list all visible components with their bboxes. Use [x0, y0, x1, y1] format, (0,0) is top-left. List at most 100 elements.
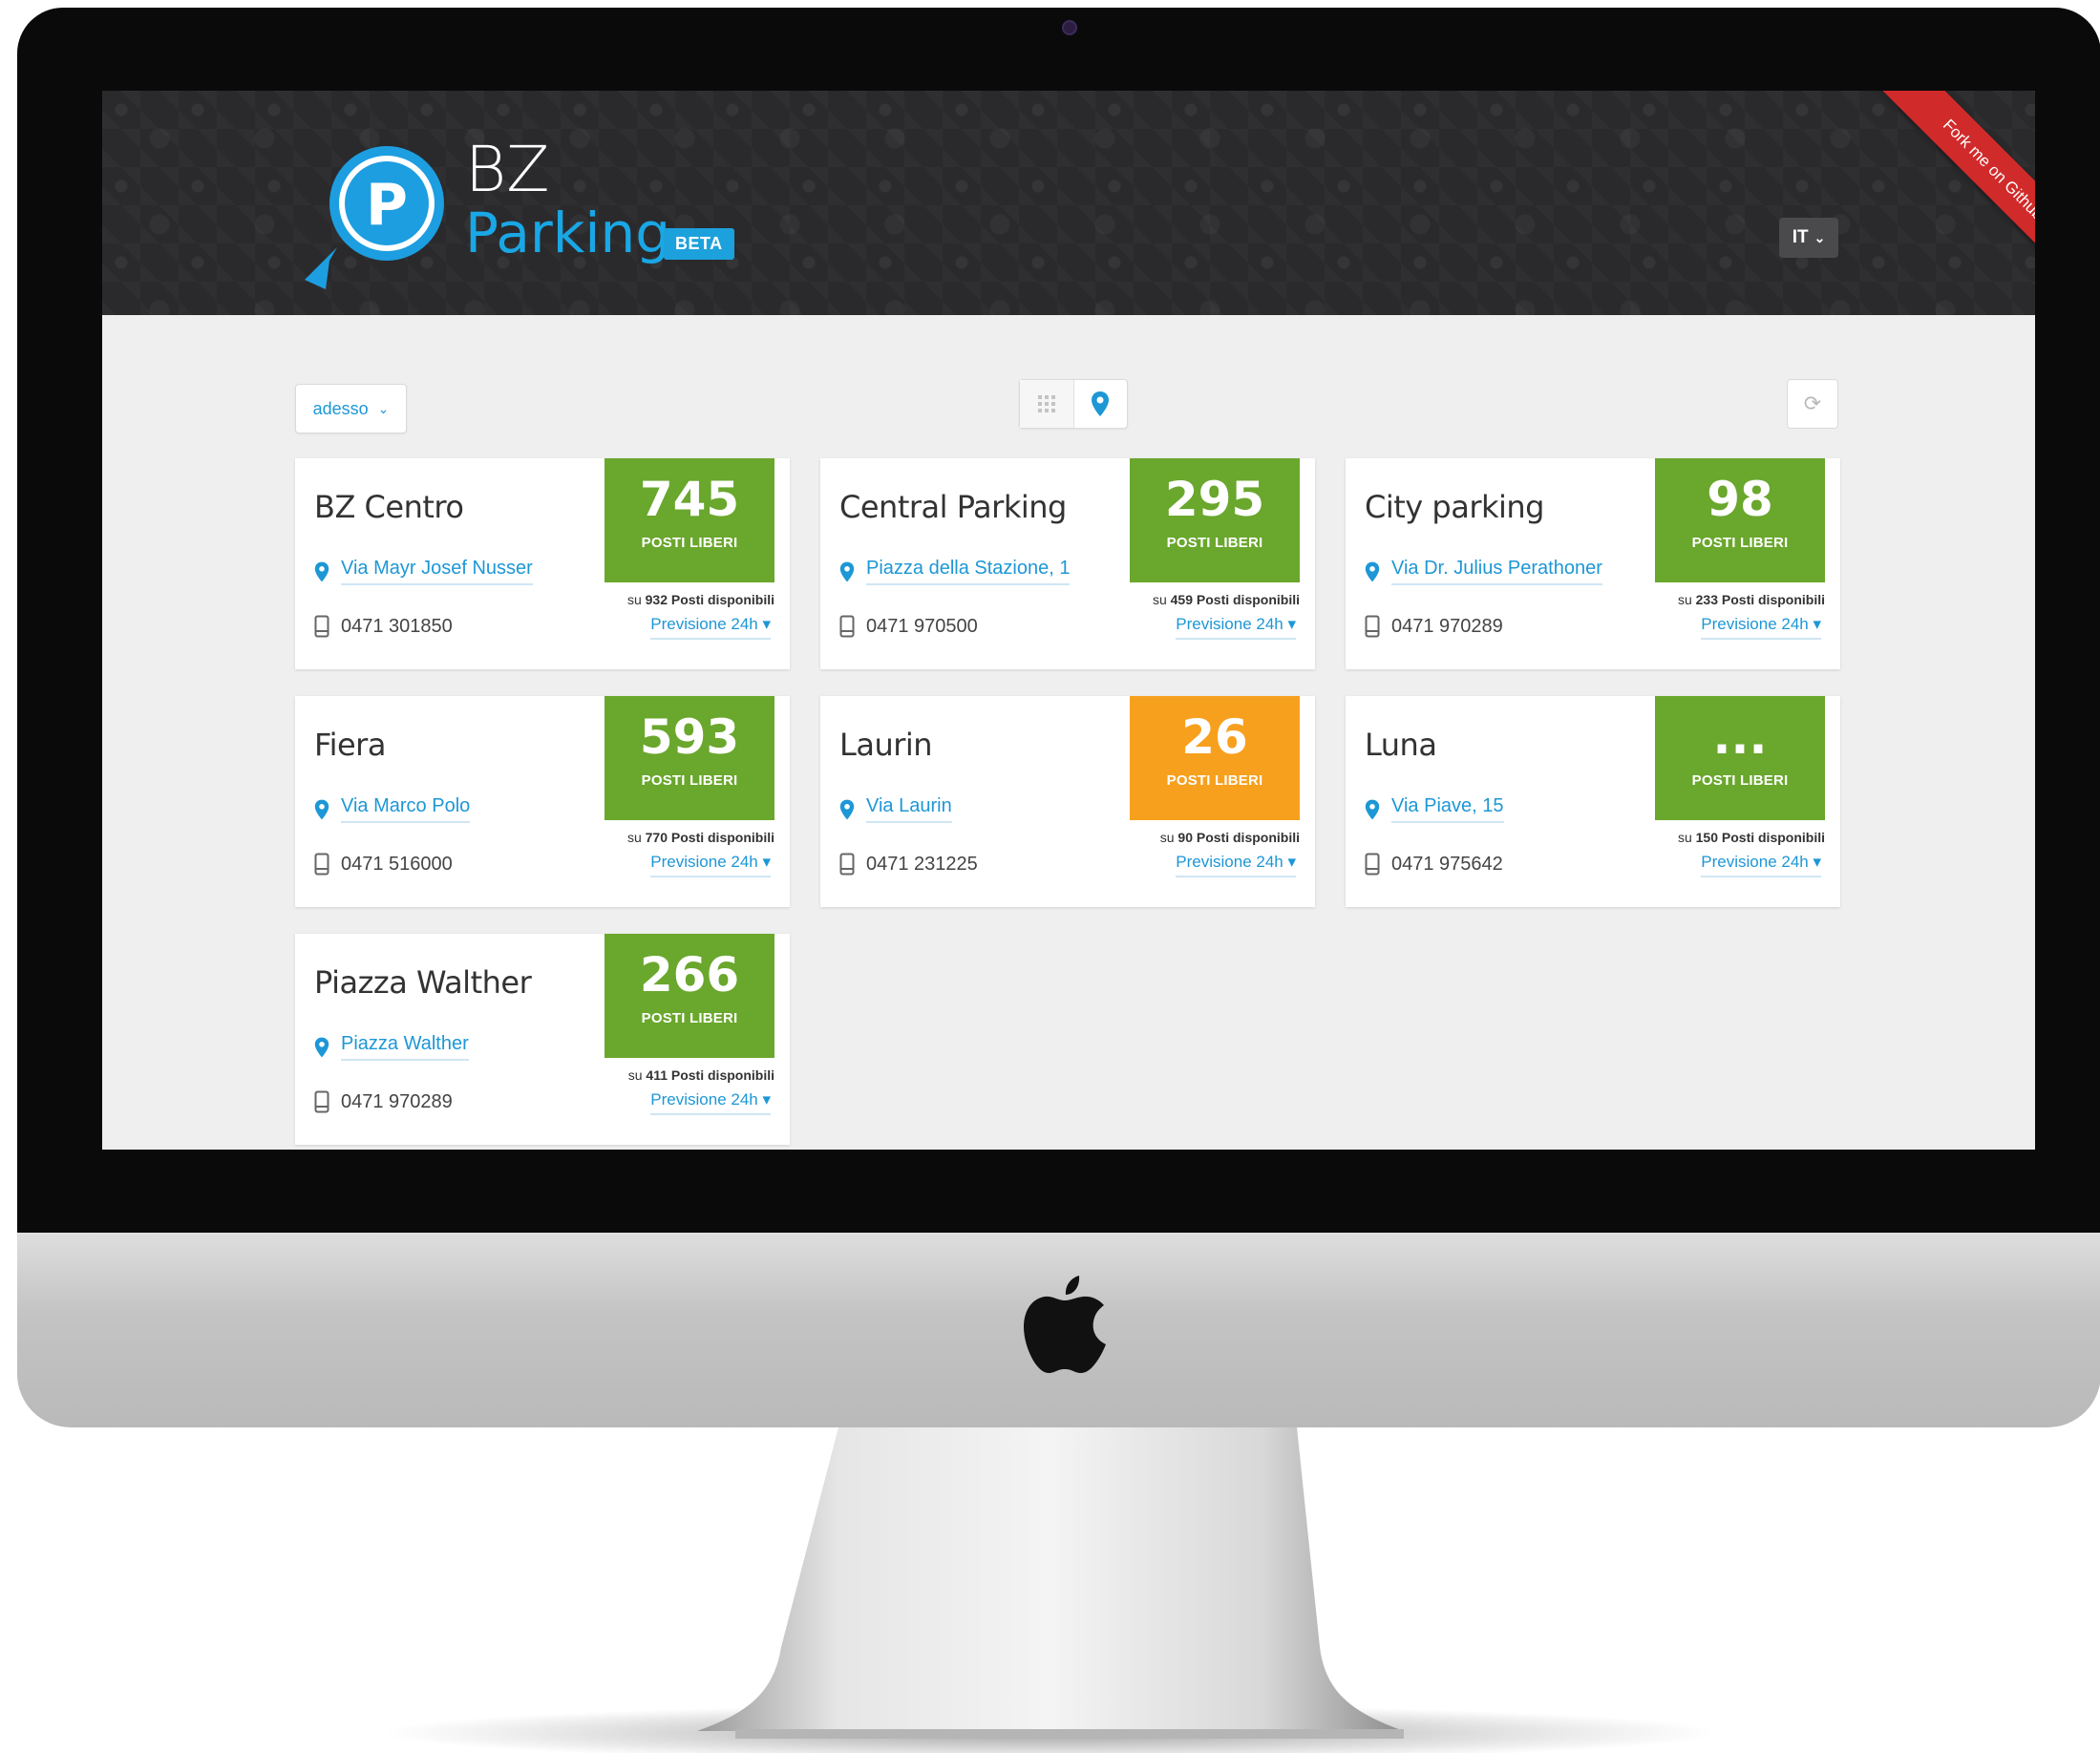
- phone-icon: [314, 853, 329, 876]
- address-link[interactable]: Via Laurin: [839, 795, 952, 823]
- brand-title: BZ: [465, 133, 550, 206]
- address-link[interactable]: Piazza della Stazione, 1: [839, 558, 1071, 585]
- free-spaces-count: 745: [639, 472, 740, 527]
- parking-card: Laurin Via Laurin 0471 231225 26 POSTI L…: [820, 696, 1315, 907]
- address-link[interactable]: Piazza Walther: [314, 1033, 469, 1061]
- forecast-link[interactable]: Previsione 24h ▾: [1701, 853, 1821, 877]
- parking-name: Luna: [1365, 727, 1437, 763]
- total-spaces: su 932 Posti disponibili: [626, 592, 774, 607]
- free-spaces-count: 295: [1164, 472, 1265, 527]
- forecast-link[interactable]: Previsione 24h ▾: [650, 1090, 771, 1115]
- address-link[interactable]: Via Mayr Josef Nusser: [314, 558, 533, 585]
- free-spaces-label: POSTI LIBERI: [641, 772, 738, 789]
- free-spaces-badge: 593 POSTI LIBERI: [605, 696, 774, 820]
- address-text: Via Laurin: [866, 795, 952, 823]
- parking-card: BZ Centro Via Mayr Josef Nusser 0471 301…: [295, 458, 790, 669]
- language-label: IT: [1792, 227, 1809, 247]
- free-spaces-badge: 98 POSTI LIBERI: [1655, 458, 1825, 582]
- free-spaces-count: ...: [1712, 709, 1768, 765]
- free-spaces-count: 593: [639, 709, 740, 765]
- total-spaces: su 411 Posti disponibili: [627, 1067, 774, 1083]
- total-spaces: su 90 Posti disponibili: [1159, 830, 1300, 845]
- phone-number: 0471 970289: [341, 1090, 453, 1112]
- phone-icon: [1365, 853, 1380, 876]
- phone-number: 0471 970500: [866, 615, 978, 637]
- camera-icon: [1062, 20, 1077, 35]
- phone-row: 0471 301850: [314, 615, 453, 638]
- phone-row: 0471 970500: [839, 615, 978, 638]
- github-ribbon[interactable]: Fork me on Github: [1856, 91, 2035, 307]
- brand-subtitle: Parking: [465, 201, 671, 265]
- language-select[interactable]: IT ⌄: [1779, 218, 1838, 258]
- total-spaces: su 770 Posti disponibili: [626, 830, 774, 845]
- phone-number: 0471 301850: [341, 615, 453, 637]
- address-text: Via Marco Polo: [341, 795, 471, 823]
- total-spaces: su 150 Posti disponibili: [1677, 830, 1825, 845]
- phone-number: 0471 231225: [866, 853, 978, 875]
- expand-icon: ⟳: [1803, 391, 1822, 415]
- phone-row: 0471 970289: [1365, 615, 1503, 638]
- free-spaces-count: 266: [639, 947, 740, 1003]
- free-spaces-label: POSTI LIBERI: [1691, 772, 1789, 789]
- free-spaces-badge: 295 POSTI LIBERI: [1130, 458, 1300, 582]
- free-spaces-badge: 745 POSTI LIBERI: [605, 458, 774, 582]
- beta-badge: BETA: [664, 228, 734, 260]
- app-header: P BZ Parking BETA IT ⌄ Fork me on Github: [102, 91, 2035, 315]
- phone-icon: [839, 615, 855, 638]
- fullscreen-button[interactable]: ⟳: [1787, 379, 1838, 429]
- forecast-link[interactable]: Previsione 24h ▾: [650, 853, 771, 877]
- phone-icon: [839, 853, 855, 876]
- phone-icon: [1365, 615, 1380, 638]
- ribbon-label: Fork me on Github: [1939, 116, 2035, 224]
- parking-name: City parking: [1365, 489, 1544, 525]
- forecast-link[interactable]: Previsione 24h ▾: [1176, 853, 1296, 877]
- map-view-button[interactable]: [1074, 380, 1128, 428]
- parking-name: Fiera: [314, 727, 386, 763]
- parking-logo-icon: P: [305, 146, 444, 289]
- map-pin-icon: [314, 561, 329, 581]
- address-link[interactable]: Via Marco Polo: [314, 795, 471, 823]
- phone-row: 0471 516000: [314, 853, 453, 876]
- apple-logo-icon: [1024, 1276, 1106, 1373]
- total-spaces: su 459 Posti disponibili: [1152, 592, 1300, 607]
- phone-row: 0471 975642: [1365, 853, 1503, 876]
- map-pin-icon: [839, 561, 855, 581]
- parking-card: Piazza Walther Piazza Walther 0471 97028…: [295, 934, 790, 1145]
- free-spaces-badge: 26 POSTI LIBERI: [1130, 696, 1300, 820]
- parking-name: Laurin: [839, 727, 933, 763]
- app-screen: P BZ Parking BETA IT ⌄ Fork me on Github…: [102, 91, 2035, 1150]
- parking-name: Piazza Walther: [314, 964, 532, 1001]
- parking-card: Fiera Via Marco Polo 0471 516000 593 POS…: [295, 696, 790, 907]
- free-spaces-label: POSTI LIBERI: [1166, 535, 1263, 551]
- svg-text:P: P: [366, 172, 408, 239]
- parking-name: Central Parking: [839, 489, 1067, 525]
- forecast-link[interactable]: Previsione 24h ▾: [1701, 615, 1821, 640]
- time-select[interactable]: adesso ⌄: [295, 384, 407, 433]
- map-pin-icon: [1365, 561, 1380, 581]
- forecast-link[interactable]: Previsione 24h ▾: [1176, 615, 1296, 640]
- map-pin-icon: [314, 799, 329, 819]
- address-link[interactable]: Via Dr. Julius Perathoner: [1365, 558, 1602, 585]
- chevron-down-icon: ⌄: [1814, 229, 1826, 245]
- address-text: Piazza della Stazione, 1: [866, 558, 1071, 585]
- view-toggle: [1019, 379, 1128, 429]
- address-link[interactable]: Via Piave, 15: [1365, 795, 1504, 823]
- free-spaces-count: 26: [1181, 709, 1248, 765]
- free-spaces-label: POSTI LIBERI: [1691, 535, 1789, 551]
- phone-number: 0471 975642: [1391, 853, 1503, 875]
- phone-row: 0471 970289: [314, 1090, 453, 1113]
- free-spaces-count: 98: [1707, 472, 1773, 527]
- address-text: Piazza Walther: [341, 1033, 469, 1061]
- monitor-stand: [382, 1427, 1719, 1753]
- free-spaces-badge: ... POSTI LIBERI: [1655, 696, 1825, 820]
- phone-icon: [314, 615, 329, 638]
- map-pin-icon: [839, 799, 855, 819]
- parking-name: BZ Centro: [314, 489, 464, 525]
- parking-card: City parking Via Dr. Julius Perathoner 0…: [1346, 458, 1840, 669]
- free-spaces-label: POSTI LIBERI: [641, 1010, 738, 1026]
- forecast-link[interactable]: Previsione 24h ▾: [650, 615, 771, 640]
- grid-view-button[interactable]: [1020, 380, 1074, 428]
- parking-card: Luna Via Piave, 15 0471 975642 ... POSTI…: [1346, 696, 1840, 907]
- map-pin-icon: [1092, 391, 1110, 416]
- time-select-label: adesso: [312, 398, 369, 418]
